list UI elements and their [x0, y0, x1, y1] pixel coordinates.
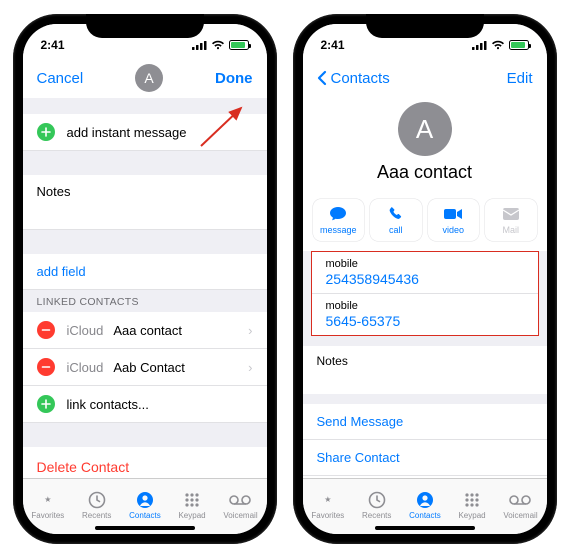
contact-name: Aaa contact	[377, 162, 472, 183]
minus-icon	[37, 358, 55, 376]
tab-keypad[interactable]: Keypad	[178, 490, 205, 520]
chevron-right-icon: ›	[248, 323, 252, 338]
voicemail-icon	[229, 490, 251, 510]
cancel-button[interactable]: Cancel	[37, 70, 84, 87]
linked-source: iCloud	[67, 360, 104, 375]
notes-section[interactable]: Notes	[303, 346, 547, 394]
tab-contacts[interactable]: Contacts	[409, 490, 441, 520]
signal-icon	[472, 40, 487, 50]
linked-contact-row[interactable]: iCloud Aab Contact ›	[23, 349, 267, 386]
status-icons	[192, 40, 249, 50]
tab-recents[interactable]: Recents	[82, 490, 111, 520]
home-indicator	[95, 526, 195, 530]
tab-voicemail[interactable]: Voicemail	[503, 490, 537, 520]
voicemail-icon	[509, 490, 531, 510]
notch	[86, 14, 204, 38]
action-video[interactable]: video	[428, 199, 480, 241]
tab-favorites[interactable]: ★Favorites	[31, 490, 64, 520]
action-mail: Mail	[485, 199, 537, 241]
share-contact-link[interactable]: Share Contact	[303, 440, 547, 476]
tab-contacts[interactable]: Contacts	[129, 490, 161, 520]
chevron-right-icon: ›	[248, 360, 252, 375]
battery-icon	[229, 40, 249, 50]
linked-source: iCloud	[67, 323, 104, 338]
done-button[interactable]: Done	[215, 70, 253, 87]
plus-icon	[37, 395, 55, 413]
home-indicator	[375, 526, 475, 530]
action-call[interactable]: call	[370, 199, 422, 241]
clock-icon	[86, 490, 108, 510]
linked-name: Aaa contact	[113, 323, 248, 338]
screen-edit: 2:41 Cancel A Done add instant message	[23, 24, 267, 534]
edit-button[interactable]: Edit	[507, 70, 533, 87]
action-row: message call video Mail	[303, 193, 547, 251]
status-time: 2:41	[321, 38, 345, 52]
wifi-icon	[211, 40, 225, 50]
add-field-label: add field	[37, 264, 253, 279]
mail-icon	[502, 205, 520, 223]
notch	[366, 14, 484, 38]
add-instant-message-row[interactable]: add instant message	[23, 114, 267, 151]
back-button[interactable]: Contacts	[317, 70, 390, 87]
keypad-icon	[181, 490, 203, 510]
phone-icon	[388, 205, 404, 223]
add-field-row[interactable]: add field	[23, 254, 267, 290]
send-message-link[interactable]: Send Message	[303, 404, 547, 440]
star-icon: ★	[317, 490, 339, 510]
battery-icon	[509, 40, 529, 50]
plus-icon	[37, 123, 55, 141]
link-contacts-label: link contacts...	[67, 397, 253, 412]
phone-entry[interactable]: mobile 5645-65375	[312, 294, 538, 335]
linked-contacts-header: LINKED CONTACTS	[23, 290, 267, 312]
contacts-icon	[134, 490, 156, 510]
phone-label: mobile	[326, 258, 524, 270]
phone-left: 2:41 Cancel A Done add instant message	[13, 14, 277, 544]
chevron-left-icon	[317, 70, 327, 86]
clock-icon	[366, 490, 388, 510]
view-content: A Aaa contact message call video	[303, 98, 547, 478]
phone-entry[interactable]: mobile 254358945436	[312, 252, 538, 294]
highlight-annotation: mobile 254358945436 mobile 5645-65375	[311, 251, 539, 336]
status-icons	[472, 40, 529, 50]
nav-header: Cancel A Done	[23, 58, 267, 98]
linked-name: Aab Contact	[113, 360, 248, 375]
back-label: Contacts	[331, 70, 390, 87]
contacts-icon	[414, 490, 436, 510]
screen-view: 2:41 Contacts Edit A Aaa contact	[303, 24, 547, 534]
video-icon	[443, 205, 463, 223]
tab-recents[interactable]: Recents	[362, 490, 391, 520]
notes-field[interactable]: Notes	[23, 175, 267, 230]
phone-label: mobile	[326, 300, 524, 312]
wifi-icon	[491, 40, 505, 50]
edit-content: add instant message Notes add field LINK…	[23, 98, 267, 478]
tab-favorites[interactable]: ★Favorites	[311, 490, 344, 520]
message-icon	[329, 205, 347, 223]
notes-label: Notes	[37, 184, 253, 199]
tab-voicemail[interactable]: Voicemail	[223, 490, 257, 520]
tab-keypad[interactable]: Keypad	[458, 490, 485, 520]
status-time: 2:41	[41, 38, 65, 52]
notes-label: Notes	[317, 354, 348, 368]
contact-hero: A Aaa contact	[303, 98, 547, 193]
add-im-label: add instant message	[67, 125, 253, 140]
link-contacts-row[interactable]: link contacts...	[23, 386, 267, 423]
star-icon: ★	[37, 490, 59, 510]
keypad-icon	[461, 490, 483, 510]
linked-contact-row[interactable]: iCloud Aaa contact ›	[23, 312, 267, 349]
avatar[interactable]: A	[398, 102, 452, 156]
signal-icon	[192, 40, 207, 50]
phone-value: 5645-65375	[326, 313, 524, 329]
nav-header: Contacts Edit	[303, 58, 547, 98]
minus-icon	[37, 321, 55, 339]
delete-contact-button[interactable]: Delete Contact	[23, 447, 267, 478]
action-message[interactable]: message	[313, 199, 365, 241]
avatar[interactable]: A	[135, 64, 163, 92]
phone-value: 254358945436	[326, 271, 524, 287]
phone-right: 2:41 Contacts Edit A Aaa contact	[293, 14, 557, 544]
